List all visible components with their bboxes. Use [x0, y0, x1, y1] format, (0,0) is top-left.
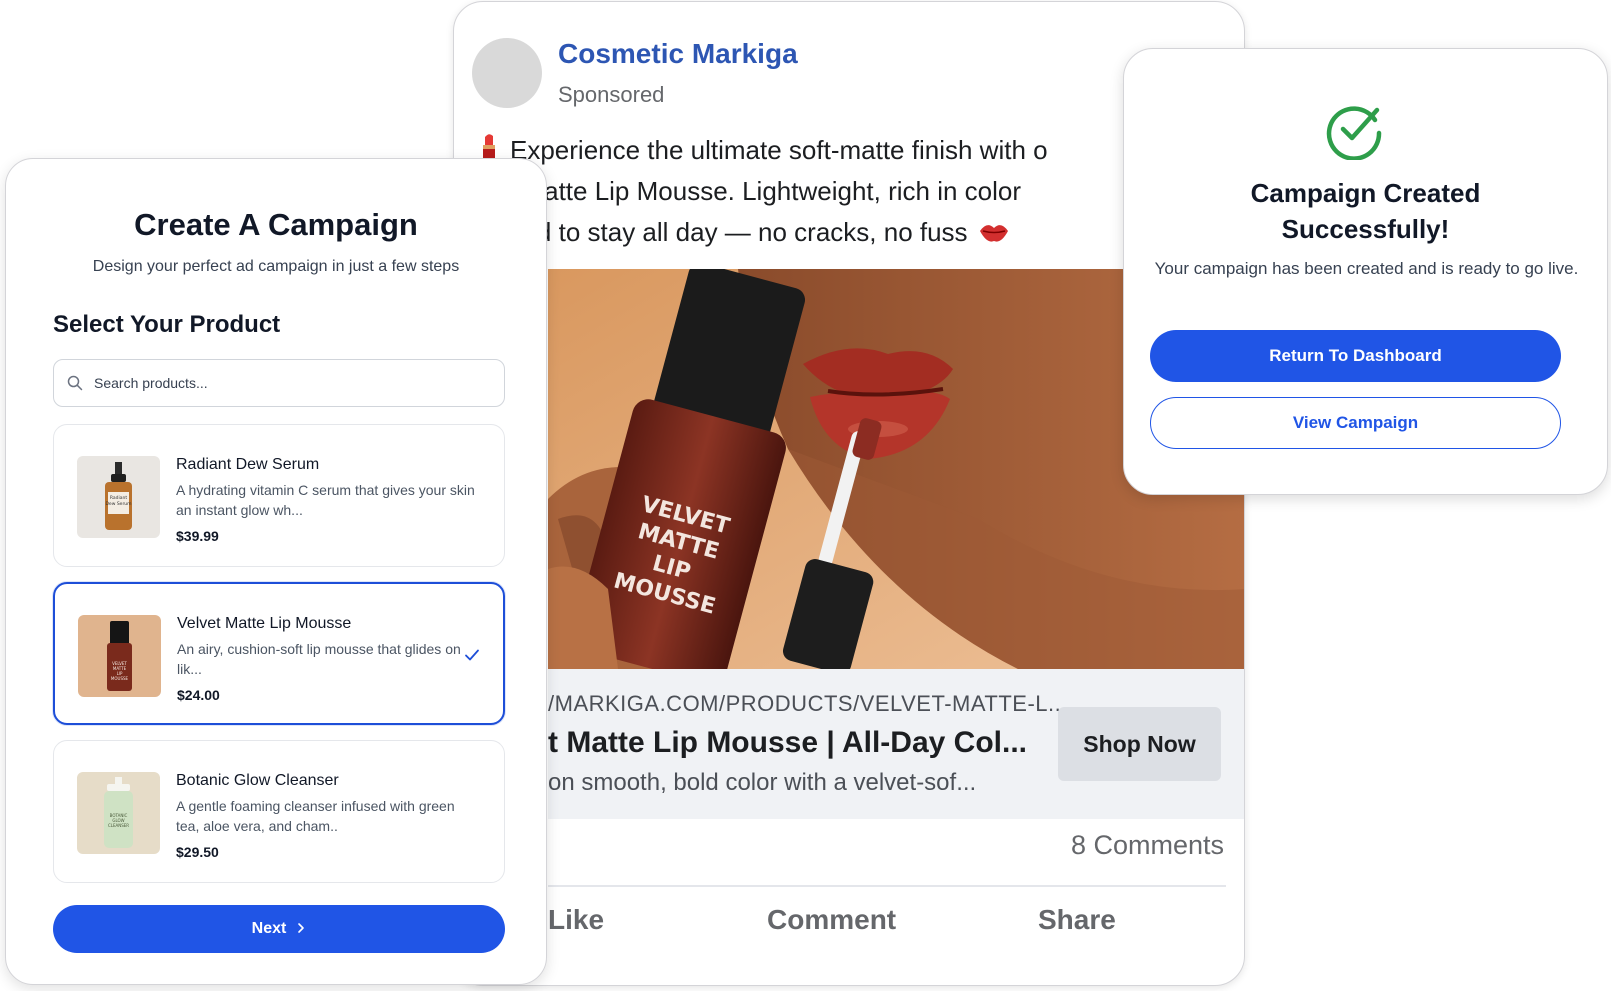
view-campaign-button[interactable]: View Campaign — [1150, 397, 1561, 449]
product-name: Velvet Matte Lip Mousse — [177, 615, 352, 632]
page-name[interactable]: Cosmetic Markiga — [558, 38, 798, 70]
link-description: on smooth, bold color with a velvet-sof.… — [548, 769, 977, 796]
thumb-label: MOUSSE — [111, 676, 129, 681]
comment-button[interactable]: Comment — [767, 904, 896, 936]
product-name: Radiant Dew Serum — [176, 456, 320, 473]
shop-now-button[interactable]: Shop Now — [1058, 707, 1221, 781]
product-card-velvet-matte-lip-mousse[interactable]: VELVET MATTE LIP MOUSSE Velvet Matte Lip… — [53, 582, 505, 725]
create-campaign-panel: Create A Campaign Design your perfect ad… — [5, 158, 547, 985]
thumb-label: Dew Serum — [105, 501, 131, 507]
panel-title: Create A Campaign — [134, 207, 418, 242]
product-description: An airy, cushion-soft lip mousse that gl… — [177, 641, 461, 677]
product-card-botanic-glow-cleanser[interactable]: BOTANIC GLOW CLEANSER Botanic Glow Clean… — [53, 740, 505, 883]
product-price: $24.00 — [177, 687, 220, 703]
kiss-emoji-icon — [979, 225, 1008, 242]
product-thumbnail: BOTANIC GLOW CLEANSER — [77, 772, 160, 854]
thumb-label: Radiant — [110, 495, 128, 501]
check-circle-icon — [1326, 106, 1382, 160]
product-thumbnail: Radiant Dew Serum — [77, 456, 160, 538]
product-thumbnail: VELVET MATTE LIP MOUSSE — [78, 615, 161, 697]
selected-check-icon — [465, 649, 479, 661]
page-avatar[interactable] — [472, 38, 542, 108]
return-to-dashboard-button[interactable]: Return To Dashboard — [1150, 330, 1561, 382]
next-button[interactable]: Next — [53, 905, 505, 953]
thumb-label: CLEANSER — [108, 823, 129, 828]
product-name: Botanic Glow Cleanser — [176, 772, 339, 789]
product-card-radiant-dew-serum[interactable]: Radiant Dew Serum Radiant Dew Serum A hy… — [53, 424, 505, 567]
divider — [548, 885, 1226, 887]
like-button[interactable]: Like — [548, 904, 604, 936]
section-title: Select Your Product — [53, 311, 281, 338]
product-search[interactable] — [53, 359, 505, 407]
success-message: Your campaign has been created and is re… — [1154, 259, 1579, 278]
comments-count[interactable]: 8 Comments — [1071, 830, 1224, 861]
product-description: A gentle foaming cleanser infused with g… — [176, 798, 455, 834]
share-button[interactable]: Share — [1038, 904, 1116, 936]
sponsored-label: Sponsored — [558, 82, 665, 107]
product-price: $39.99 — [176, 528, 219, 544]
success-title: Campaign Created Successfully! — [1250, 178, 1481, 244]
link-headline: t Matte Lip Mousse | All-Day Col... — [548, 726, 1027, 759]
product-price: $29.50 — [176, 844, 219, 860]
ad-link-preview[interactable]: /MARKIGA.COM/PRODUCTS/VELVET-MATTE-L... … — [548, 669, 1244, 819]
search-icon — [67, 375, 83, 391]
campaign-success-dialog: Campaign Created Successfully! Your camp… — [1123, 48, 1608, 495]
link-url: /MARKIGA.COM/PRODUCTS/VELVET-MATTE-L... — [548, 691, 1068, 716]
next-button-label: Next — [251, 920, 287, 937]
search-input[interactable] — [94, 360, 494, 406]
panel-subtitle: Design your perfect ad campaign in just … — [92, 258, 460, 275]
chevron-right-icon — [298, 923, 305, 933]
product-description: A hydrating vitamin C serum that gives y… — [176, 482, 475, 518]
ad-action-bar: Like Comment Share — [548, 904, 1226, 954]
